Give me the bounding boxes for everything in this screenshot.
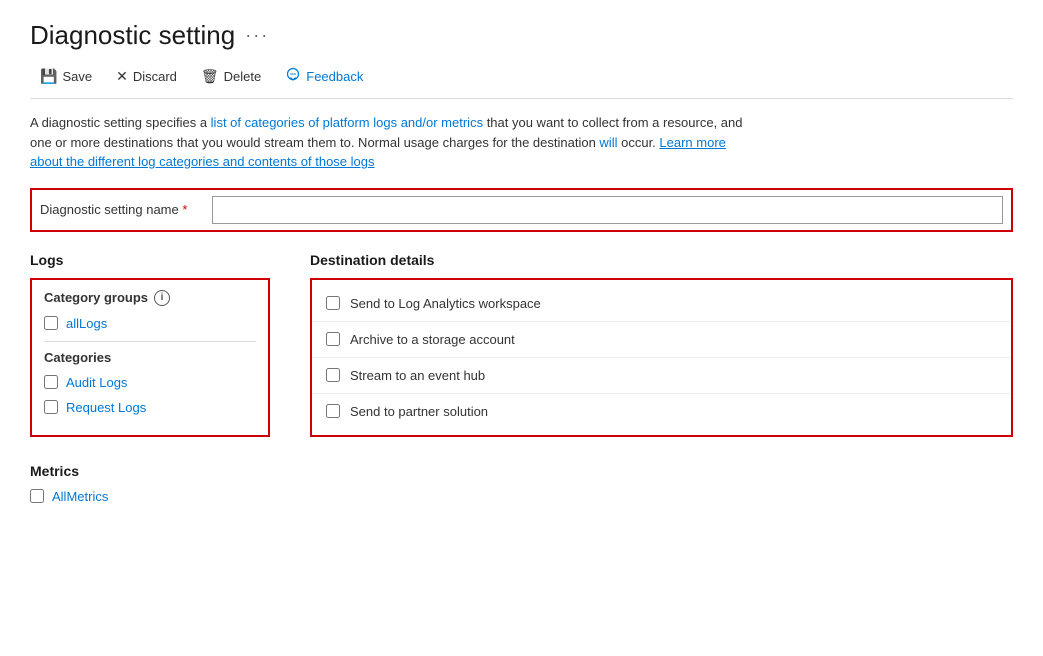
required-marker: * <box>182 202 187 217</box>
description-text: A diagnostic setting specifies a list of… <box>30 113 760 172</box>
allMetrics-checkbox[interactable] <box>30 489 44 503</box>
checkbox-allMetrics: AllMetrics <box>30 489 1013 504</box>
delete-button[interactable]: 🗑 Delete <box>191 64 271 89</box>
diagnostic-setting-name-row: Diagnostic setting name * <box>30 188 1013 232</box>
category-groups-info-icon[interactable]: i <box>154 290 170 306</box>
checkbox-allLogs: allLogs <box>44 316 256 331</box>
logAnalytics-checkbox[interactable] <box>326 296 340 310</box>
checkbox-requestLogs: Request Logs <box>44 400 256 415</box>
divider-1 <box>44 341 256 342</box>
main-content: Logs Category groups i allLogs Categorie… <box>30 252 1013 443</box>
auditLogs-checkbox[interactable] <box>44 375 58 389</box>
logs-section-title: Logs <box>30 252 270 268</box>
logAnalytics-label[interactable]: Send to Log Analytics workspace <box>350 296 541 311</box>
eventHub-label[interactable]: Stream to an event hub <box>350 368 485 383</box>
dest-storage-account: Archive to a storage account <box>312 322 1011 358</box>
metrics-section-title: Metrics <box>30 463 1013 479</box>
category-groups-header: Category groups i <box>44 290 256 306</box>
discard-icon: ✕ <box>116 68 128 85</box>
requestLogs-label[interactable]: Request Logs <box>66 400 146 415</box>
feedback-icon <box>285 67 301 86</box>
eventHub-checkbox[interactable] <box>326 368 340 382</box>
destination-details-box: Send to Log Analytics workspace Archive … <box>310 278 1013 437</box>
diagnostic-setting-name-input[interactable] <box>212 196 1003 224</box>
destination-panel: Destination details Send to Log Analytic… <box>310 252 1013 443</box>
page-header: Diagnostic setting ··· <box>30 20 1013 51</box>
categories-title: Categories <box>44 350 256 365</box>
discard-button[interactable]: ✕ Discard <box>106 64 187 89</box>
checkbox-auditLogs: Audit Logs <box>44 375 256 390</box>
page-title-ellipsis: ··· <box>245 25 269 46</box>
storageAccount-checkbox[interactable] <box>326 332 340 346</box>
partnerSolution-checkbox[interactable] <box>326 404 340 418</box>
allLogs-label[interactable]: allLogs <box>66 316 107 331</box>
requestLogs-checkbox[interactable] <box>44 400 58 414</box>
dest-partner-solution: Send to partner solution <box>312 394 1011 429</box>
save-button[interactable]: 💾 Save <box>30 64 102 89</box>
save-icon: 💾 <box>40 68 57 85</box>
category-groups-box: Category groups i allLogs Categories Aud… <box>30 278 270 437</box>
dest-log-analytics: Send to Log Analytics workspace <box>312 286 1011 322</box>
allMetrics-label[interactable]: AllMetrics <box>52 489 108 504</box>
storageAccount-label[interactable]: Archive to a storage account <box>350 332 515 347</box>
feedback-button[interactable]: Feedback <box>275 63 373 90</box>
destination-section-title: Destination details <box>310 252 1013 268</box>
page-title: Diagnostic setting <box>30 20 235 51</box>
metrics-section: Metrics AllMetrics <box>30 463 1013 504</box>
auditLogs-label[interactable]: Audit Logs <box>66 375 127 390</box>
partnerSolution-label[interactable]: Send to partner solution <box>350 404 488 419</box>
diagnostic-setting-name-label: Diagnostic setting name * <box>40 202 200 217</box>
logs-panel: Logs Category groups i allLogs Categorie… <box>30 252 270 443</box>
allLogs-checkbox[interactable] <box>44 316 58 330</box>
toolbar: 💾 Save ✕ Discard 🗑 Delete Feedback <box>30 63 1013 99</box>
delete-icon: 🗑 <box>201 68 219 85</box>
dest-event-hub: Stream to an event hub <box>312 358 1011 394</box>
